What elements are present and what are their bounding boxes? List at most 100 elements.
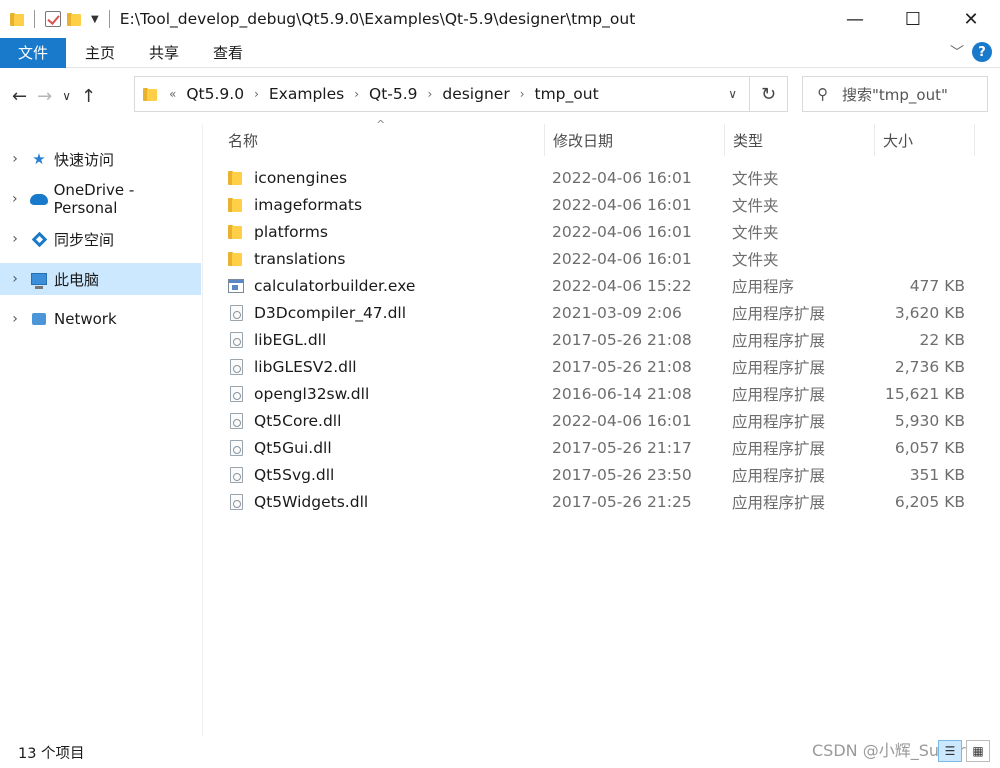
file-type: 文件夹 [732, 250, 779, 269]
file-row[interactable]: Qt5Gui.dll 2017-05-26 21:17 应用程序扩展 6,057 KB [220, 434, 980, 461]
file-name: platforms [254, 222, 328, 241]
back-button[interactable]: ← [12, 86, 27, 107]
file-date: 2022-04-06 16:01 [552, 222, 692, 241]
large-icons-view-button[interactable]: ▦ [966, 740, 990, 762]
chevron-right-icon[interactable]: › [0, 191, 30, 207]
address-bar[interactable]: « Qt5.9.0 › Examples › Qt-5.9 › designer… [134, 76, 750, 112]
folder-icon [228, 197, 244, 213]
up-button[interactable]: ↑ [81, 86, 96, 107]
sidebar-item-network[interactable]: › Network [0, 303, 201, 335]
quick-access-toolbar: ▼ [0, 10, 114, 28]
minimize-button[interactable]: — [826, 0, 884, 38]
column-header-size[interactable]: 大小 [875, 124, 975, 156]
dll-icon [230, 358, 243, 375]
dll-icon [230, 331, 243, 348]
breadcrumb-examples[interactable]: Examples [269, 85, 344, 103]
file-type: 应用程序扩展 [732, 385, 826, 404]
column-header-type[interactable]: 类型 [725, 124, 875, 156]
computer-icon [30, 270, 48, 289]
chevron-right-icon[interactable]: › [0, 271, 30, 287]
file-date: 2022-04-06 16:01 [552, 249, 692, 268]
overflow-chevron[interactable]: « [169, 87, 176, 101]
file-row[interactable]: translations 2022-04-06 16:01 文件夹 [220, 245, 980, 272]
column-header-name[interactable]: 名称 [220, 124, 545, 156]
cloud-icon [29, 190, 48, 208]
sidebar-item-onedrive[interactable]: › OneDrive - Personal [0, 181, 201, 217]
refresh-button[interactable]: ↻ [750, 76, 788, 112]
file-date: 2022-04-06 16:01 [552, 195, 692, 214]
tab-share[interactable]: 共享 [132, 38, 196, 68]
folder-icon [10, 11, 24, 27]
column-header-date[interactable]: 修改日期 [545, 124, 725, 156]
file-row[interactable]: D3Dcompiler_47.dll 2021-03-09 2:06 应用程序扩展 3… [220, 299, 980, 326]
file-type: 应用程序扩展 [732, 331, 826, 350]
chevron-down-icon[interactable]: ﹀ [950, 42, 964, 62]
address-dropdown-icon[interactable]: ∨ [728, 87, 737, 101]
customize-toolbar-icon[interactable]: ▼ [91, 14, 99, 25]
maximize-button[interactable]: ☐ [884, 0, 942, 38]
recent-locations-button[interactable]: ∨ [62, 89, 71, 103]
file-date: 2017-05-26 23:50 [552, 465, 692, 484]
title-bar: ▼ E:\Tool_develop_debug\Qt5.9.0\Examples… [0, 0, 1000, 38]
file-name-cell: Qt5Core.dll [228, 407, 341, 434]
breadcrumb-tmp-out[interactable]: tmp_out [535, 85, 599, 103]
sidebar-item-label: OneDrive - Personal [53, 181, 135, 217]
chevron-right-icon[interactable]: › [428, 87, 433, 101]
close-button[interactable]: ✕ [942, 0, 1000, 38]
chevron-right-icon[interactable]: › [0, 151, 30, 167]
file-row[interactable]: Qt5Svg.dll 2017-05-26 23:50 应用程序扩展 351 KB [220, 461, 980, 488]
breadcrumb-qt590[interactable]: Qt5.9.0 [186, 85, 244, 103]
file-row[interactable]: calculatorbuilder.exe 2022-04-06 15:22 应用程… [220, 272, 980, 299]
details-view-button[interactable]: ☰ [938, 740, 962, 762]
star-icon: ★ [32, 150, 46, 168]
tab-home[interactable]: 主页 [68, 38, 132, 68]
breadcrumb-designer[interactable]: designer [442, 85, 509, 103]
file-size: 15,621 KB [885, 384, 965, 403]
sidebar-item-sync-space[interactable]: › 同步空间 [0, 223, 201, 255]
file-name-cell: imageformats [228, 191, 362, 218]
search-placeholder: 搜索"tmp_out" [842, 85, 948, 104]
chevron-right-icon[interactable]: › [520, 87, 525, 101]
ribbon-controls: ﹀ ? [950, 42, 992, 62]
new-folder-icon[interactable] [67, 11, 81, 27]
file-type: 应用程序扩展 [732, 439, 826, 458]
tab-view[interactable]: 查看 [196, 38, 260, 68]
forward-button[interactable]: → [37, 86, 52, 107]
folder-icon [143, 86, 157, 102]
sidebar-item-label: 此电脑 [54, 270, 100, 289]
search-input[interactable]: ⚲ 搜索"tmp_out" [802, 76, 988, 112]
file-row[interactable]: libEGL.dll 2017-05-26 21:08 应用程序扩展 22 KB [220, 326, 980, 353]
file-name: Qt5Svg.dll [254, 465, 335, 484]
file-row[interactable]: iconengines 2022-04-06 16:01 文件夹 [220, 164, 980, 191]
chevron-right-icon[interactable]: › [354, 87, 359, 101]
file-date: 2017-05-26 21:08 [552, 357, 692, 376]
file-row[interactable]: Qt5Widgets.dll 2017-05-26 21:25 应用程序扩展 6,20… [220, 488, 980, 515]
file-type: 应用程序扩展 [732, 412, 826, 431]
file-row[interactable]: opengl32sw.dll 2016-06-14 21:08 应用程序扩展 15,6… [220, 380, 980, 407]
breadcrumb-qt59[interactable]: Qt-5.9 [369, 85, 418, 103]
file-row[interactable]: platforms 2022-04-06 16:01 文件夹 [220, 218, 980, 245]
chevron-right-icon[interactable]: › [0, 311, 30, 327]
sidebar-item-this-pc[interactable]: › 此电脑 [0, 263, 201, 295]
window-controls: — ☐ ✕ [826, 0, 1000, 38]
sidebar-item-quick-access[interactable]: › ★ 快速访问 [0, 143, 201, 175]
file-row[interactable]: Qt5Core.dll 2022-04-06 16:01 应用程序扩展 5,930 K… [220, 407, 980, 434]
file-row[interactable]: libGLESV2.dll 2017-05-26 21:08 应用程序扩展 2,736… [220, 353, 980, 380]
properties-icon[interactable] [45, 11, 61, 27]
file-name: Qt5Gui.dll [254, 438, 332, 457]
file-size: 6,057 KB [894, 438, 965, 457]
folder-icon [228, 251, 244, 267]
file-row[interactable]: imageformats 2022-04-06 16:01 文件夹 [220, 191, 980, 218]
file-name-cell: translations [228, 245, 345, 272]
file-name-cell: libEGL.dll [228, 326, 326, 353]
chevron-right-icon[interactable]: › [254, 87, 259, 101]
file-name: calculatorbuilder.exe [254, 276, 416, 295]
tab-file[interactable]: 文件 [0, 37, 67, 68]
file-size: 351 KB [909, 465, 965, 484]
file-name-cell: calculatorbuilder.exe [228, 272, 415, 299]
dll-icon [230, 493, 243, 510]
dll-icon [230, 466, 243, 483]
navigation-bar: ← → ∨ ↑ « Qt5.9.0 › Examples › Qt-5.9 › … [0, 70, 1000, 122]
chevron-right-icon[interactable]: › [0, 231, 30, 247]
help-button[interactable]: ? [972, 42, 992, 62]
